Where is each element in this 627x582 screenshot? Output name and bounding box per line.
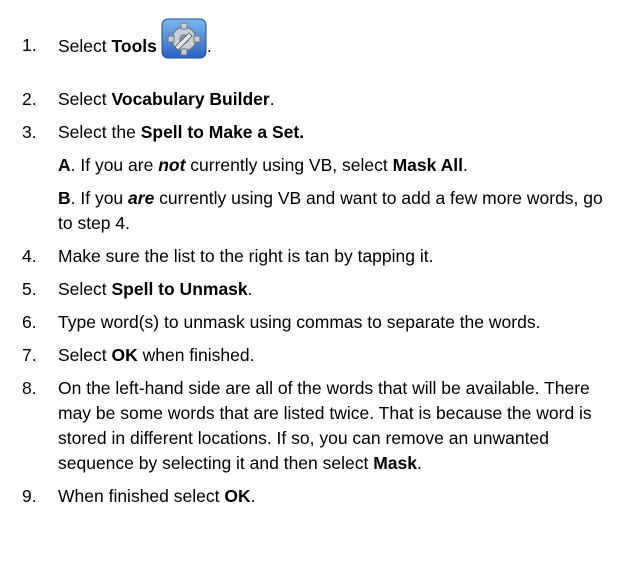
step-text: Select bbox=[58, 36, 112, 56]
gear-wrench-icon bbox=[161, 18, 207, 59]
step-5: 5. Select Spell to Unmask. bbox=[22, 277, 622, 302]
substep-b: B. If you are currently using VB and wan… bbox=[58, 188, 603, 233]
spell-to-unmask-label: Spell to Unmask bbox=[111, 279, 248, 299]
mask-all-label: Mask All bbox=[392, 155, 463, 175]
step-2: 2. Select Vocabulary Builder. bbox=[22, 87, 622, 112]
step-1: 1. Select Tools . bbox=[22, 0, 622, 78]
step-number: 4. bbox=[22, 246, 37, 266]
step-6: 6. Type word(s) to unmask using commas t… bbox=[22, 310, 622, 335]
step-number: 5. bbox=[22, 279, 37, 299]
step-number: 1. bbox=[22, 35, 37, 55]
step-number: 8. bbox=[22, 378, 37, 398]
step-number: 7. bbox=[22, 345, 37, 365]
ok-label: OK bbox=[224, 486, 251, 506]
step-number: 3. bbox=[22, 122, 37, 142]
ok-label: OK bbox=[111, 345, 138, 365]
step-9: 9. When finished select OK. bbox=[22, 484, 622, 509]
step-3: 3. Select the Spell to Make a Set. bbox=[22, 120, 622, 145]
step-number: 9. bbox=[22, 486, 37, 506]
mask-label: Mask bbox=[373, 453, 417, 473]
instructions-document: 1. Select Tools . 2. Select Vocabulary B… bbox=[22, 0, 622, 509]
step-4: 4. Make sure the list to the right is ta… bbox=[22, 244, 622, 269]
step-number: 2. bbox=[22, 89, 37, 109]
step-7: 7. Select OK when finished. bbox=[22, 343, 622, 368]
tools-label: Tools bbox=[111, 36, 157, 56]
step-number: 6. bbox=[22, 312, 37, 332]
step-8: 8. On the left-hand side are all of the … bbox=[22, 378, 592, 473]
spell-to-make-set-label: Spell to Make a Set. bbox=[140, 122, 305, 142]
substep-a: A. If you are not currently using VB, se… bbox=[58, 155, 468, 175]
vocabulary-builder-label: Vocabulary Builder bbox=[111, 89, 270, 109]
